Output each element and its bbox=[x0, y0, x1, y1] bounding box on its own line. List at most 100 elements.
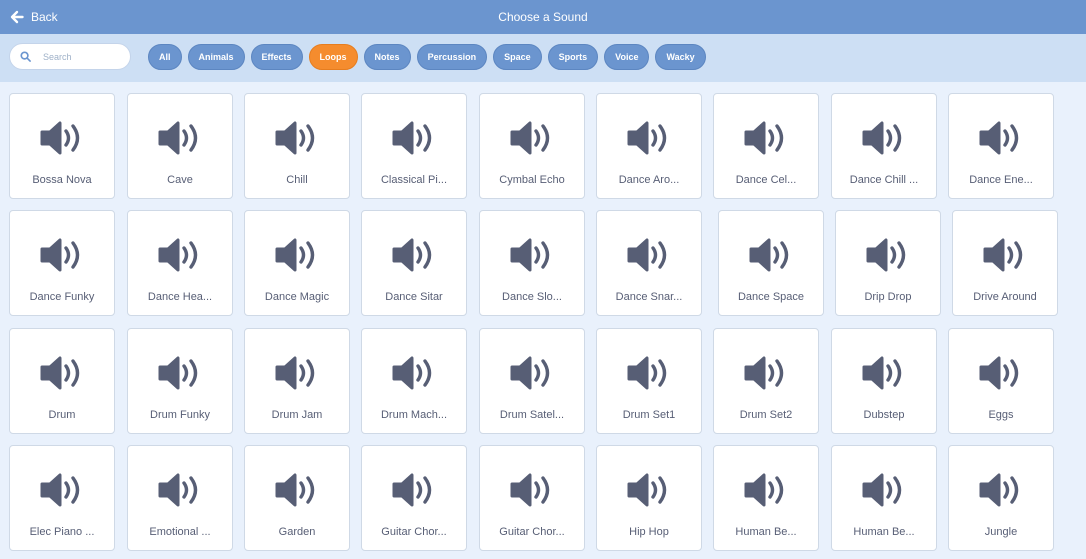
speaker-icon bbox=[862, 473, 902, 507]
sound-card[interactable]: Emotional ... bbox=[127, 445, 233, 551]
sound-card[interactable]: Dance Cel... bbox=[713, 93, 819, 199]
tag-animals[interactable]: Animals bbox=[187, 44, 245, 70]
sound-name: Dance Funky bbox=[29, 291, 95, 303]
speaker-icon bbox=[40, 238, 80, 272]
speaker-icon bbox=[275, 356, 315, 390]
category-tags: All Animals Effects Loops Notes Percussion Spa… bbox=[148, 44, 706, 70]
sound-card[interactable]: Human Be... bbox=[713, 445, 819, 551]
sound-name: Dance Sitar bbox=[385, 291, 443, 303]
speaker-icon bbox=[979, 356, 1019, 390]
sound-card[interactable]: Guitar Chor... bbox=[361, 445, 467, 551]
sound-card[interactable]: Cave bbox=[127, 93, 233, 199]
sound-card[interactable]: Dance Magic bbox=[244, 210, 350, 316]
sound-name: Dance Ene... bbox=[969, 174, 1033, 186]
sound-name: Jungle bbox=[984, 526, 1018, 538]
sound-card[interactable]: Drive Around bbox=[952, 210, 1058, 316]
speaker-icon bbox=[275, 473, 315, 507]
sound-card[interactable]: Dance Snar... bbox=[596, 210, 702, 316]
sound-card[interactable]: Dance Chill ... bbox=[831, 93, 937, 199]
sound-card[interactable]: Hip Hop bbox=[596, 445, 702, 551]
speaker-icon bbox=[749, 238, 789, 272]
speaker-icon bbox=[627, 473, 667, 507]
sound-card[interactable]: Dance Hea... bbox=[127, 210, 233, 316]
search-input[interactable] bbox=[43, 51, 123, 62]
sound-name: Dance Cel... bbox=[735, 174, 797, 186]
speaker-icon bbox=[158, 356, 198, 390]
sound-card[interactable]: Dance Slo... bbox=[479, 210, 585, 316]
sound-card[interactable]: Elec Piano ... bbox=[9, 445, 115, 551]
sound-name: Hip Hop bbox=[629, 526, 669, 538]
sound-name: Drum Jam bbox=[271, 409, 323, 421]
tag-wacky[interactable]: Wacky bbox=[655, 44, 706, 70]
tag-loops[interactable]: Loops bbox=[308, 44, 358, 70]
speaker-icon bbox=[392, 473, 432, 507]
sound-name: Dance Chill ... bbox=[849, 174, 919, 186]
sound-name: Elec Piano ... bbox=[29, 526, 95, 538]
speaker-icon bbox=[744, 356, 784, 390]
speaker-icon bbox=[392, 121, 432, 155]
sound-name: Cymbal Echo bbox=[499, 174, 565, 186]
search-box[interactable] bbox=[9, 43, 131, 70]
tag-sports[interactable]: Sports bbox=[547, 44, 599, 70]
sound-card[interactable]: Garden bbox=[244, 445, 350, 551]
sound-name: Drip Drop bbox=[864, 291, 912, 303]
sound-card[interactable]: Drum Mach... bbox=[361, 328, 467, 434]
sound-card[interactable]: Chill bbox=[244, 93, 350, 199]
sound-card[interactable]: Guitar Chor... bbox=[479, 445, 585, 551]
speaker-icon bbox=[40, 356, 80, 390]
sound-card[interactable]: Human Be... bbox=[831, 445, 937, 551]
speaker-icon bbox=[40, 473, 80, 507]
sound-card[interactable]: Dance Aro... bbox=[596, 93, 702, 199]
tag-percussion[interactable]: Percussion bbox=[416, 44, 488, 70]
tag-all[interactable]: All bbox=[148, 44, 182, 70]
sound-card[interactable]: Drum Set1 bbox=[596, 328, 702, 434]
sound-card[interactable]: Dance Space bbox=[718, 210, 824, 316]
speaker-icon bbox=[862, 356, 902, 390]
sound-row: Dance Funky Dance Hea... Dance Magic Dance … bbox=[0, 210, 1086, 316]
speaker-icon bbox=[627, 121, 667, 155]
sound-row: Elec Piano ... Emotional ... Garden Guitar … bbox=[0, 445, 1086, 551]
sound-name: Dance Slo... bbox=[502, 291, 562, 303]
speaker-icon bbox=[275, 121, 315, 155]
speaker-icon bbox=[158, 238, 198, 272]
search-icon bbox=[20, 51, 31, 62]
sound-card[interactable]: Bossa Nova bbox=[9, 93, 115, 199]
sound-name: Drum Satel... bbox=[499, 409, 565, 421]
sound-card[interactable]: Dance Ene... bbox=[948, 93, 1054, 199]
sound-card[interactable]: Drum bbox=[9, 328, 115, 434]
sound-card[interactable]: Dance Sitar bbox=[361, 210, 467, 316]
sound-row: Drum Drum Funky Drum Jam Drum Mach... Drum S… bbox=[0, 328, 1086, 434]
sound-card[interactable]: Drum Set2 bbox=[713, 328, 819, 434]
sound-name: Drum bbox=[48, 409, 76, 421]
sound-card[interactable]: Jungle bbox=[948, 445, 1054, 551]
sound-name: Classical Pi... bbox=[380, 174, 448, 186]
sound-card[interactable]: Drum Funky bbox=[127, 328, 233, 434]
speaker-icon bbox=[510, 238, 550, 272]
tag-space[interactable]: Space bbox=[493, 44, 542, 70]
sound-row: Bossa Nova Cave Chill Classical Pi... Cymbal… bbox=[0, 93, 1086, 199]
sound-card[interactable]: Eggs bbox=[948, 328, 1054, 434]
sound-name: Dance Space bbox=[737, 291, 805, 303]
sound-card[interactable]: Cymbal Echo bbox=[479, 93, 585, 199]
speaker-icon bbox=[744, 473, 784, 507]
sound-name: Dance Magic bbox=[264, 291, 330, 303]
sound-card[interactable]: Drum Satel... bbox=[479, 328, 585, 434]
sound-name: Dance Hea... bbox=[147, 291, 213, 303]
sound-card[interactable]: Dubstep bbox=[831, 328, 937, 434]
speaker-icon bbox=[392, 238, 432, 272]
sound-name: Eggs bbox=[988, 409, 1014, 421]
sound-card[interactable]: Drip Drop bbox=[835, 210, 941, 316]
sound-name: Drum Set2 bbox=[739, 409, 793, 421]
sound-card[interactable]: Dance Funky bbox=[9, 210, 115, 316]
speaker-icon bbox=[392, 356, 432, 390]
tag-effects[interactable]: Effects bbox=[250, 44, 303, 70]
speaker-icon bbox=[510, 473, 550, 507]
tag-notes[interactable]: Notes bbox=[363, 44, 411, 70]
speaker-icon bbox=[862, 121, 902, 155]
sound-name: Dance Snar... bbox=[615, 291, 683, 303]
speaker-icon bbox=[40, 121, 80, 155]
sound-card[interactable]: Classical Pi... bbox=[361, 93, 467, 199]
sound-name: Guitar Chor... bbox=[499, 526, 565, 538]
sound-card[interactable]: Drum Jam bbox=[244, 328, 350, 434]
tag-voice[interactable]: Voice bbox=[604, 44, 650, 70]
